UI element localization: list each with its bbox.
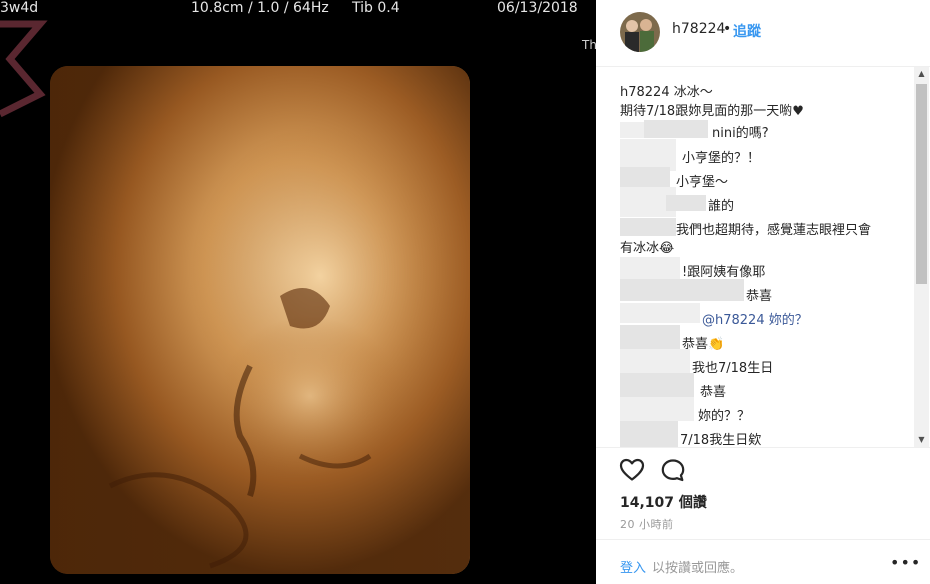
follow-button[interactable]: 追蹤 [733,21,761,41]
likes-count[interactable]: 14,107 個讚 [620,492,707,512]
blurred-username [620,303,700,323]
gestational-age-label: 3w4d [0,0,39,16]
post-header: h78224 • 追蹤 [596,0,930,67]
comment-text: @h78224 妳的？ [702,309,808,328]
comment-text: 我也7/18生日 [692,361,774,376]
blurred-username [620,373,694,397]
blurred-username [620,257,680,279]
comment-text: 小亨堡～ [676,175,729,190]
divider [596,539,930,540]
more-options-button[interactable]: ••• [890,553,921,572]
blurred-username [620,167,670,189]
blurred-username [620,325,680,349]
heart-icon[interactable] [619,458,645,482]
blurred-username [666,195,706,211]
comment-text: 恭喜 [746,289,773,304]
blurred-username [644,120,708,138]
ultrasound-scan-image [50,66,470,574]
caption-line: h78224 冰冰～ [620,85,713,100]
tib-label: Tib 0.4 [352,0,400,16]
comment-text: 我們也超期待，感覺蓮志眼裡只會 [676,223,872,238]
scroll-thumb[interactable] [916,84,927,284]
comment-text: 有冰冰😂 [620,241,675,256]
scroll-down-arrow-icon[interactable]: ▼ [914,433,929,447]
login-link[interactable]: 登入 [620,557,646,576]
blurred-username [620,349,690,373]
comments-list[interactable]: h78224 冰冰～ 期待7/18跟妳見面的那一天喲♥ nini的嗎? 小亨堡的… [596,67,930,447]
divider [596,447,930,448]
comment-text: 恭喜 [700,385,727,400]
comment-text: !跟阿姨有像耶 [682,265,766,280]
comment-icon[interactable] [660,458,686,482]
blurred-username [620,122,644,138]
scroll-up-arrow-icon[interactable]: ▲ [914,67,929,81]
blurred-username [620,421,678,447]
post-timestamp[interactable]: 20 小時前 [620,516,674,532]
scan-date-label: 06/13/2018 [497,0,578,16]
scanner-marker-icon [0,20,48,118]
comment-text: 誰的 [708,199,735,214]
header-separator: • [723,21,732,37]
login-prompt-text: 以按讚或回應。 [652,561,744,576]
comment-text: 小亨堡的？！ [682,151,761,166]
comments-scrollbar[interactable]: ▲ ▼ [914,67,929,447]
probe-settings-label: 10.8cm / 1.0 / 64Hz [191,0,329,16]
caption-line: 期待7/18跟妳見面的那一天喲♥ [620,104,804,119]
blurred-username [620,397,694,421]
avatar[interactable] [620,12,660,52]
blurred-username [620,279,744,301]
mention-link[interactable]: @h78224 妳的？ [702,313,808,328]
post-author-username[interactable]: h78224 [672,21,725,37]
corner-label: Th [582,38,596,52]
blurred-username [620,218,676,236]
comment-text: nini的嗎? [712,126,769,141]
comment-text: 妳的？？ [698,409,751,424]
post-photo: 3w4d 10.8cm / 1.0 / 64Hz Tib 0.4 06/13/2… [0,0,596,584]
comment-text: 7/18我生日欸 [680,433,762,447]
